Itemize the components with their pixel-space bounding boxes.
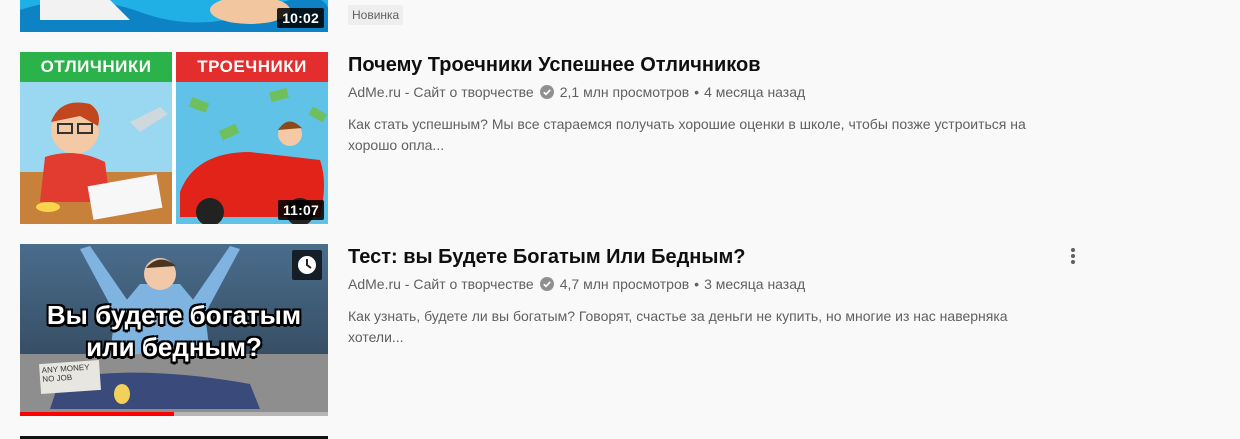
watch-later-button[interactable]	[292, 250, 322, 280]
video-byline: AdMe.ru - Сайт о творчестве 2,1 млн прос…	[348, 82, 1048, 102]
more-actions-button[interactable]	[1068, 246, 1078, 266]
meta-separator: •	[694, 276, 700, 292]
verified-check-icon	[539, 85, 554, 99]
watch-progress-fill	[20, 412, 174, 416]
view-count: 4,7 млн просмотров	[559, 276, 690, 292]
video-description: Как узнать, будете ли вы богатым? Говоря…	[348, 308, 1008, 345]
verified-check-icon	[539, 277, 554, 291]
video-duration: 10:02	[277, 8, 324, 28]
video-thumbnail[interactable]: Вы будете богатым или бедным? ANY MONEY …	[20, 244, 328, 416]
video-title[interactable]: Тест: вы Будете Богатым Или Бедным?	[348, 244, 1048, 270]
channel-name[interactable]: AdMe.ru - Сайт о творчестве	[348, 274, 534, 294]
video-byline: AdMe.ru - Сайт о творчестве 4,7 млн прос…	[348, 274, 1048, 294]
watch-progress-bar	[20, 412, 328, 416]
view-count: 2,1 млн просмотров	[559, 84, 690, 100]
video-title[interactable]: Почему Троечники Успешнее Отличников	[348, 52, 1048, 78]
thumbnail-label-left: ОТЛИЧНИКИ	[40, 57, 152, 76]
thumbnail-label-right: ТРОЕЧНИКИ	[197, 57, 307, 76]
upload-age: 3 месяца назад	[704, 276, 806, 292]
new-badge: Новинка	[348, 5, 404, 25]
more-actions-icon	[1071, 248, 1075, 252]
more-actions-icon-dot	[1071, 260, 1075, 264]
channel-name[interactable]: AdMe.ru - Сайт о творчестве	[348, 82, 534, 102]
more-actions-icon-dot	[1071, 254, 1075, 258]
video-duration: 11:07	[277, 200, 324, 220]
upload-age: 4 месяца назад	[704, 84, 806, 100]
meta-separator: •	[694, 84, 700, 100]
video-thumbnail[interactable]: 10:02	[20, 0, 328, 32]
video-thumbnail[interactable]: ОТЛИЧНИКИ ТРОЕЧНИКИ 11:07	[20, 52, 328, 224]
thumbnail-overlay-line2: или бедным?	[86, 332, 262, 362]
thumbnail-overlay-line1: Вы будете богатым	[46, 300, 302, 330]
video-description: Как стать успешным? Мы все стараемся пол…	[348, 116, 1026, 153]
video-meta: Почему Троечники Успешнее Отличников AdM…	[348, 52, 1048, 156]
watch-later-clock-icon	[298, 256, 316, 274]
video-meta: Тест: вы Будете Богатым Или Бедным? AdMe…	[348, 244, 1048, 348]
